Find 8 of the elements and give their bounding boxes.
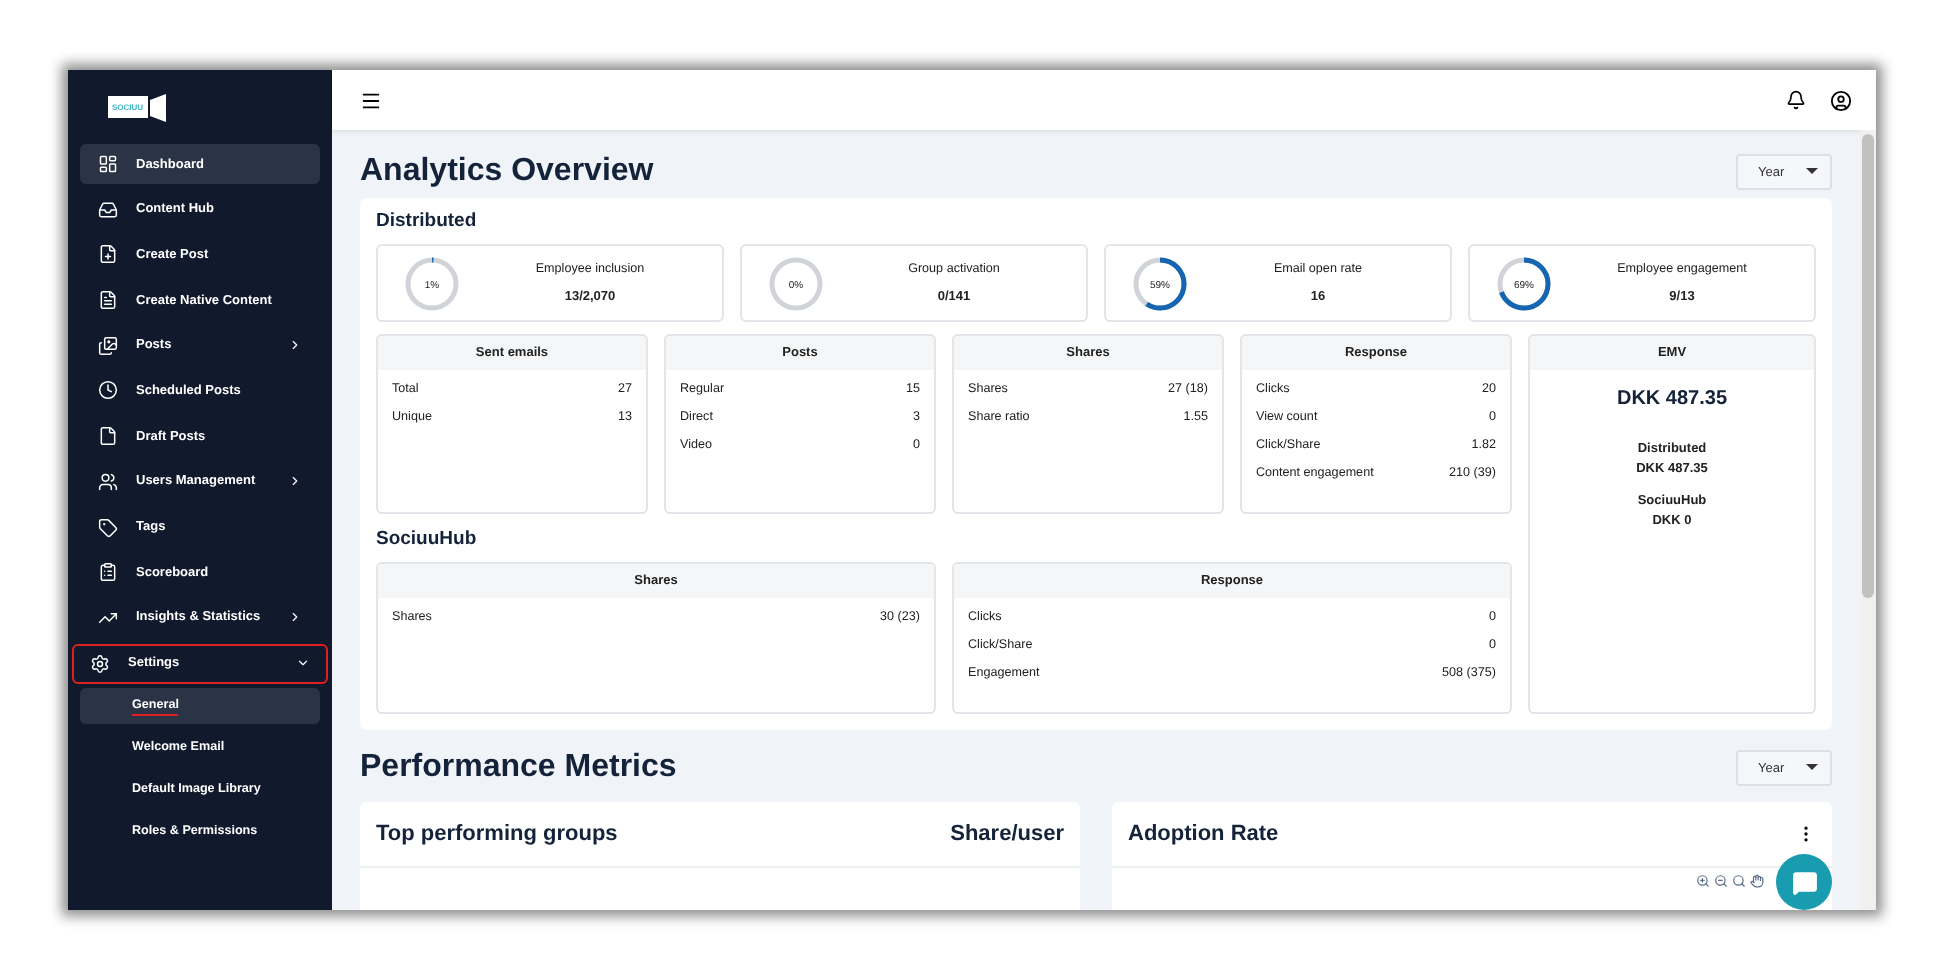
section-title: Distributed xyxy=(376,210,479,232)
section-title: SociuuHub xyxy=(376,527,479,549)
card-title: Adoption Rate xyxy=(1128,822,1279,846)
card-title: Top performing groups xyxy=(376,822,618,846)
page-title: Analytics Overview xyxy=(360,154,654,190)
section-heading: Performance Metrics xyxy=(360,750,677,786)
emv-total: DKK 487.35 xyxy=(1616,388,1728,410)
column-label: Share/user xyxy=(950,822,1064,846)
